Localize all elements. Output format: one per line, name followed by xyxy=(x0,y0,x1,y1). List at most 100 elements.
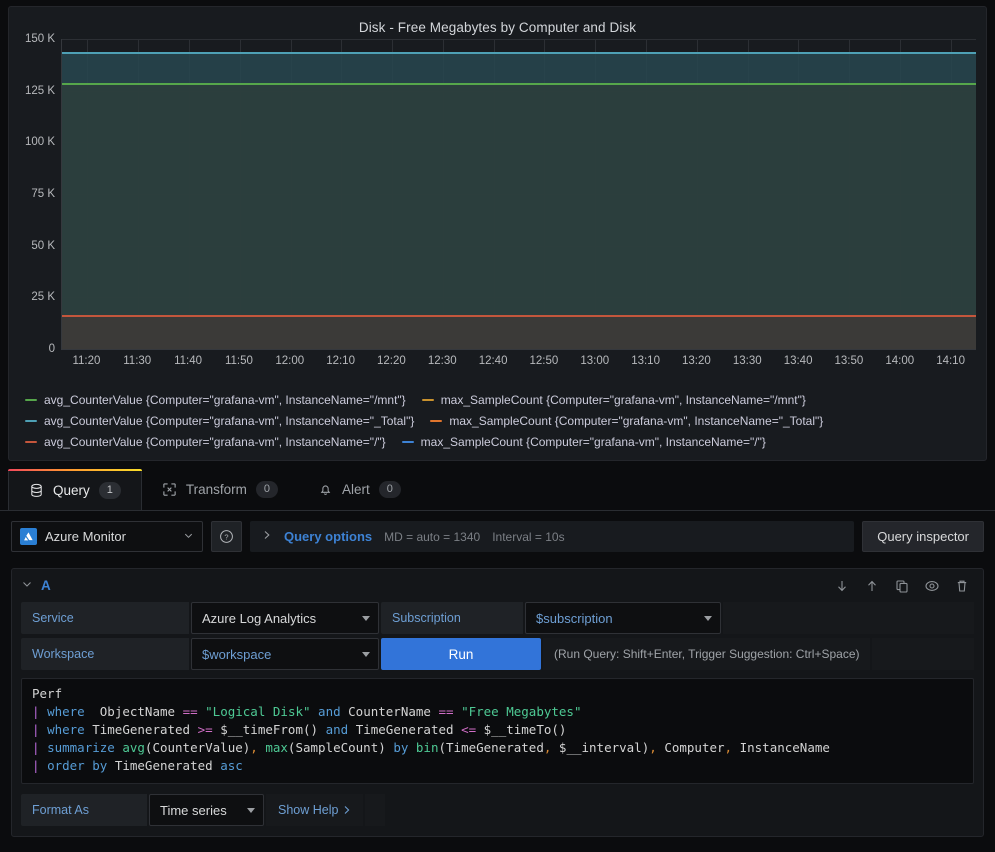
workspace-run-row: Workspace $workspace Run (Run Query: Shi… xyxy=(12,638,983,674)
legend-item[interactable]: max_SampleCount {Computer="grafana-vm", … xyxy=(400,435,766,449)
x-axis-tick: 13:10 xyxy=(631,355,660,367)
bell-icon xyxy=(318,482,333,497)
transform-icon xyxy=(162,482,177,497)
code-line: | where TimeGenerated >= $__timeFrom() a… xyxy=(32,722,567,737)
azure-monitor-icon xyxy=(20,528,37,545)
legend-color-swatch xyxy=(430,419,443,422)
datasource-help-button[interactable]: ? xyxy=(211,521,242,552)
datasource-row: Azure Monitor ? Query options MD = auto … xyxy=(0,511,995,560)
y-axis-tick: 50 K xyxy=(31,239,55,252)
x-axis: 11:20 11:30 11:40 11:50 12:00 12:10 12:20 12:30… xyxy=(61,351,976,373)
x-axis-tick: 14:10 xyxy=(936,355,965,367)
svg-text:?: ? xyxy=(224,533,228,542)
series-line xyxy=(62,83,976,86)
workspace-label: Workspace xyxy=(21,638,189,670)
editor-tabs: Query 1 Transform 0 Alert 0 xyxy=(0,469,995,511)
format-as-value: Time series xyxy=(160,802,227,818)
show-help-button[interactable]: Show Help xyxy=(266,794,364,826)
workspace-value: $workspace xyxy=(202,646,272,662)
collapse-query-icon[interactable] xyxy=(21,578,33,593)
code-line: | where ObjectName == "Logical Disk" and… xyxy=(32,704,582,719)
run-button[interactable]: Run xyxy=(381,638,541,670)
query-inspector-button[interactable]: Query inspector xyxy=(862,521,984,552)
x-axis-tick: 14:00 xyxy=(885,355,915,367)
series-line xyxy=(62,314,976,317)
y-axis-tick: 125 K xyxy=(24,84,55,97)
row-spacer xyxy=(365,794,386,826)
datasource-name: Azure Monitor xyxy=(45,529,126,544)
subscription-select[interactable]: $subscription xyxy=(525,602,721,634)
legend-row: avg_CounterValue {Computer="grafana-vm",… xyxy=(23,431,976,452)
subscription-value: $subscription xyxy=(536,610,613,626)
format-as-select[interactable]: Time series xyxy=(149,794,264,826)
query-options-toggle[interactable]: Query options MD = auto = 1340 Interval … xyxy=(250,521,855,552)
legend-color-swatch xyxy=(25,419,37,422)
legend-color-swatch xyxy=(401,440,414,443)
legend-item[interactable]: avg_CounterValue {Computer="grafana-vm",… xyxy=(23,414,414,428)
plot-area[interactable] xyxy=(61,39,976,349)
query-footer-row: Format As Time series Show Help xyxy=(12,784,983,836)
query-action-buttons xyxy=(834,578,974,594)
caret-down-icon xyxy=(247,807,255,813)
tab-alert[interactable]: Alert 0 xyxy=(298,469,421,510)
legend-item[interactable]: max_SampleCount {Computer="grafana-vm", … xyxy=(428,414,823,428)
code-line: Perf xyxy=(32,686,63,701)
run-hint-text: (Run Query: Shift+Enter, Trigger Suggest… xyxy=(543,638,871,670)
legend-label: max_SampleCount {Computer="grafana-vm", … xyxy=(420,434,766,449)
x-axis-tick: 12:10 xyxy=(326,355,355,367)
tab-transform[interactable]: Transform 0 xyxy=(142,469,298,510)
tab-label: Transform xyxy=(185,482,247,497)
query-ref-id[interactable]: A xyxy=(41,578,51,593)
x-axis-line xyxy=(61,349,976,350)
x-axis-tick: 13:20 xyxy=(682,355,711,367)
visualization-panel: Disk - Free Megabytes by Computer and Di… xyxy=(8,6,987,461)
series-area xyxy=(62,315,976,349)
hide-icon[interactable] xyxy=(924,578,940,594)
kql-query-editor[interactable]: Perf | where ObjectName == "Logical Disk"… xyxy=(21,678,974,784)
service-select[interactable]: Azure Log Analytics xyxy=(191,602,379,634)
series-area xyxy=(62,84,976,349)
series-line xyxy=(62,52,976,55)
workspace-select[interactable]: $workspace xyxy=(191,638,379,670)
legend-label: max_SampleCount {Computer="grafana-vm", … xyxy=(449,413,824,428)
legend-item[interactable]: avg_CounterValue {Computer="grafana-vm",… xyxy=(23,393,406,407)
tab-query[interactable]: Query 1 xyxy=(8,469,142,510)
grafana-panel-editor: Disk - Free Megabytes by Computer and Di… xyxy=(0,0,995,852)
tab-label: Query xyxy=(53,482,90,498)
move-up-icon[interactable] xyxy=(864,578,880,594)
x-axis-tick: 13:00 xyxy=(580,355,610,367)
caret-down-icon xyxy=(704,615,712,621)
y-axis-tick: 25 K xyxy=(31,291,55,304)
code-line: | summarize avg(CounterValue), max(Sampl… xyxy=(32,740,830,755)
x-axis-tick: 13:30 xyxy=(732,355,762,367)
datasource-picker[interactable]: Azure Monitor xyxy=(11,521,203,552)
y-axis-tick: 0 xyxy=(48,343,55,355)
duplicate-icon[interactable] xyxy=(894,578,910,594)
x-axis-tick: 11:50 xyxy=(224,355,253,367)
legend-color-swatch xyxy=(25,440,37,443)
x-axis-tick: 13:50 xyxy=(834,355,864,367)
query-editor-a: A Service Azure Log Analytics Subscripti… xyxy=(11,568,984,837)
service-subscription-row: Service Azure Log Analytics Subscription… xyxy=(12,602,983,638)
caret-down-icon xyxy=(362,651,370,657)
legend-item[interactable]: max_SampleCount {Computer="grafana-vm", … xyxy=(420,393,806,407)
x-axis-tick: 11:30 xyxy=(123,355,152,367)
tab-badge: 1 xyxy=(98,481,121,499)
x-axis-tick: 12:20 xyxy=(377,355,406,367)
x-axis-tick: 12:50 xyxy=(529,355,559,367)
row-spacer xyxy=(872,638,974,670)
move-down-icon[interactable] xyxy=(834,578,850,594)
legend-label: avg_CounterValue {Computer="grafana-vm",… xyxy=(44,413,415,428)
query-header: A xyxy=(12,569,983,602)
legend-item[interactable]: avg_CounterValue {Computer="grafana-vm",… xyxy=(23,435,386,449)
page-title: Disk - Free Megabytes by Computer and Di… xyxy=(358,20,637,35)
legend-row: avg_CounterValue {Computer="grafana-vm",… xyxy=(23,389,976,410)
tab-label: Alert xyxy=(342,482,370,497)
remove-icon[interactable] xyxy=(954,578,970,594)
help-circle-icon: ? xyxy=(220,530,233,543)
legend-label: avg_CounterValue {Computer="grafana-vm",… xyxy=(44,434,386,449)
x-axis-tick: 12:30 xyxy=(427,355,457,367)
y-axis-tick: 100 K xyxy=(24,136,55,149)
max-data-points-info: MD = auto = 1340 xyxy=(384,529,481,544)
caret-down-icon xyxy=(362,615,370,621)
